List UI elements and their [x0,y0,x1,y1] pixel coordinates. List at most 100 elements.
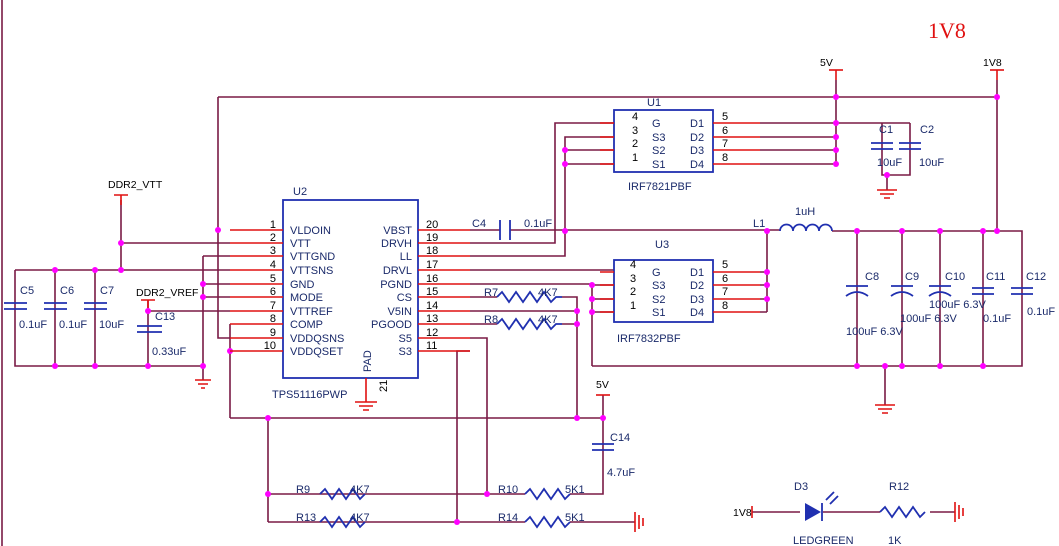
resistor-r14: R14 5K1 [498,512,585,529]
schematic-label: PGOOD [371,319,412,331]
schematic-label: U2 [293,186,307,198]
led-d3: D3 LEDGREEN 1V8 [733,481,854,546]
schematic-label: C2 [920,124,934,136]
schematic-label: LEDGREEN [793,535,854,546]
schematic-label: IRF7821PBF [628,181,692,193]
schematic-label: 4K7 [350,484,370,496]
schematic-label: D2 [690,280,704,292]
schematic-label: C4 [472,218,486,230]
schematic-label: 100uF 6.3V [846,326,904,338]
schematic-label: VBST [383,225,412,237]
schematic-label: 1uH [795,206,815,218]
schematic-label: C12 [1026,271,1046,283]
schematic-label: 4 [630,259,636,271]
schematic-label: S2 [652,294,665,306]
schematic-label: R9 [296,484,310,496]
schematic-label: 5V [596,379,609,391]
schematic-label: G [652,118,661,130]
capacitor-c11: C11 0.1uF [972,271,1011,325]
u2-right-pin-names: VBSTDRVH LL DRVL PGNDCS V5INPGOOD S5S3 [371,225,412,358]
schematic-label: 6 [722,125,728,137]
schematic-label: DDR2_VREF [136,287,198,299]
schematic-label: C10 [945,271,965,283]
schematic-label: 0.1uF [19,319,47,331]
schematic-label: D3 [690,294,704,306]
schematic-label: CS [397,292,412,304]
schematic-label: 4K7 [350,512,370,524]
capacitor-c6: C6 0.1uF [44,285,87,331]
schematic-label: 14 [426,300,438,312]
schematic-label: 0.1uF [983,313,1011,325]
schematic-label: TPS51116PWP [272,389,347,401]
schematic-label: R12 [889,481,909,493]
schematic-label: C6 [60,285,74,297]
schematic-label: 15 [426,286,438,298]
schematic-label: 3 [630,273,636,285]
schematic-label: 8 [270,313,276,325]
schematic-label: 4 [632,111,638,123]
schematic-label: 9 [270,327,276,339]
resistor-r7: R7 4K7 [484,287,562,304]
schematic-label: U3 [655,239,669,251]
resistor-r13: R13 4K7 [296,512,370,529]
schematic-label: D3 [794,481,808,493]
schematic-label: 7 [722,138,728,150]
wires [14,80,1023,523]
capacitor-c10: C10 100uF 6.3V [928,271,987,311]
schematic-label: 0.33uF [152,346,187,358]
schematic-label: 4K7 [538,314,558,326]
schematic-label: 13 [426,313,438,325]
schematic-label: 5 [722,259,728,271]
capacitor-c7: C7 10uF [84,285,124,331]
schematic-label: D4 [690,159,704,171]
schematic-label: 3 [632,125,638,137]
schematic-label: L1 [753,218,765,230]
u1-irf7821: U1 IRF7821PBF 4 3 2 1 G S3 S2 S1 D1 D2 D3 D4 5… [600,97,760,193]
schematic-label: V5IN [388,306,413,318]
schematic-label: D1 [690,118,704,130]
schematic-label: R14 [498,512,518,524]
schematic-label: S2 [652,145,665,157]
schematic-label: 7 [722,286,728,298]
net-ddr2-vtt: DDR2_VTT [108,179,163,205]
schematic-label: 1 [630,300,636,312]
schematic-label: 10uF [99,319,124,331]
ground-icon [875,404,895,414]
schematic-label: VTT [290,238,311,250]
schematic-label: VDDQSET [290,346,343,358]
schematic-label: 10uF [919,157,944,169]
schematic-label: 19 [426,232,438,244]
schematic-label: S3 [652,132,665,144]
schematic-label: 8 [722,300,728,312]
schematic-label: C13 [155,311,175,323]
ground-icon [195,379,211,389]
resistor-r8: R8 4K7 [484,314,562,331]
schematic-label: 5 [270,273,276,285]
schematic-label: 1 [270,219,276,231]
capacitor-c13: C13 0.33uF [137,311,187,358]
schematic-label: VDDQSNS [290,333,344,345]
schematic-label: 21 [378,380,390,392]
schematic-label: D1 [690,267,704,279]
schematic-label: 1 [632,152,638,164]
resistor-r12: R12 1K [879,481,926,546]
schematic-label: G [652,267,661,279]
schematic-label: 0.1uF [59,319,87,331]
schematic-label: 4 [270,259,276,271]
ground-icon [355,401,377,411]
schematic-label: S1 [652,159,665,171]
inductor-l1: L1 1uH [753,206,833,232]
schematic: 1V8 5V 1V8 U2 TPS51116PWP PAD 21 12 34 5… [1,0,1055,546]
schematic-label: 0.1uF [1027,306,1055,318]
rail-5v-top: 5V [820,57,843,80]
schematic-label: 100uF 6.3V [900,313,958,325]
schematic-label: 2 [630,286,636,298]
schematic-label: 10 [264,340,276,352]
ground-icon [877,189,897,199]
capacitor-c4: C4 0.1uF [472,218,552,240]
schematic-label: 12 [426,327,438,339]
schematic-label: U1 [647,97,661,109]
schematic-label: COMP [290,319,323,331]
schematic-label: C5 [20,285,34,297]
schematic-label: R10 [498,484,518,496]
